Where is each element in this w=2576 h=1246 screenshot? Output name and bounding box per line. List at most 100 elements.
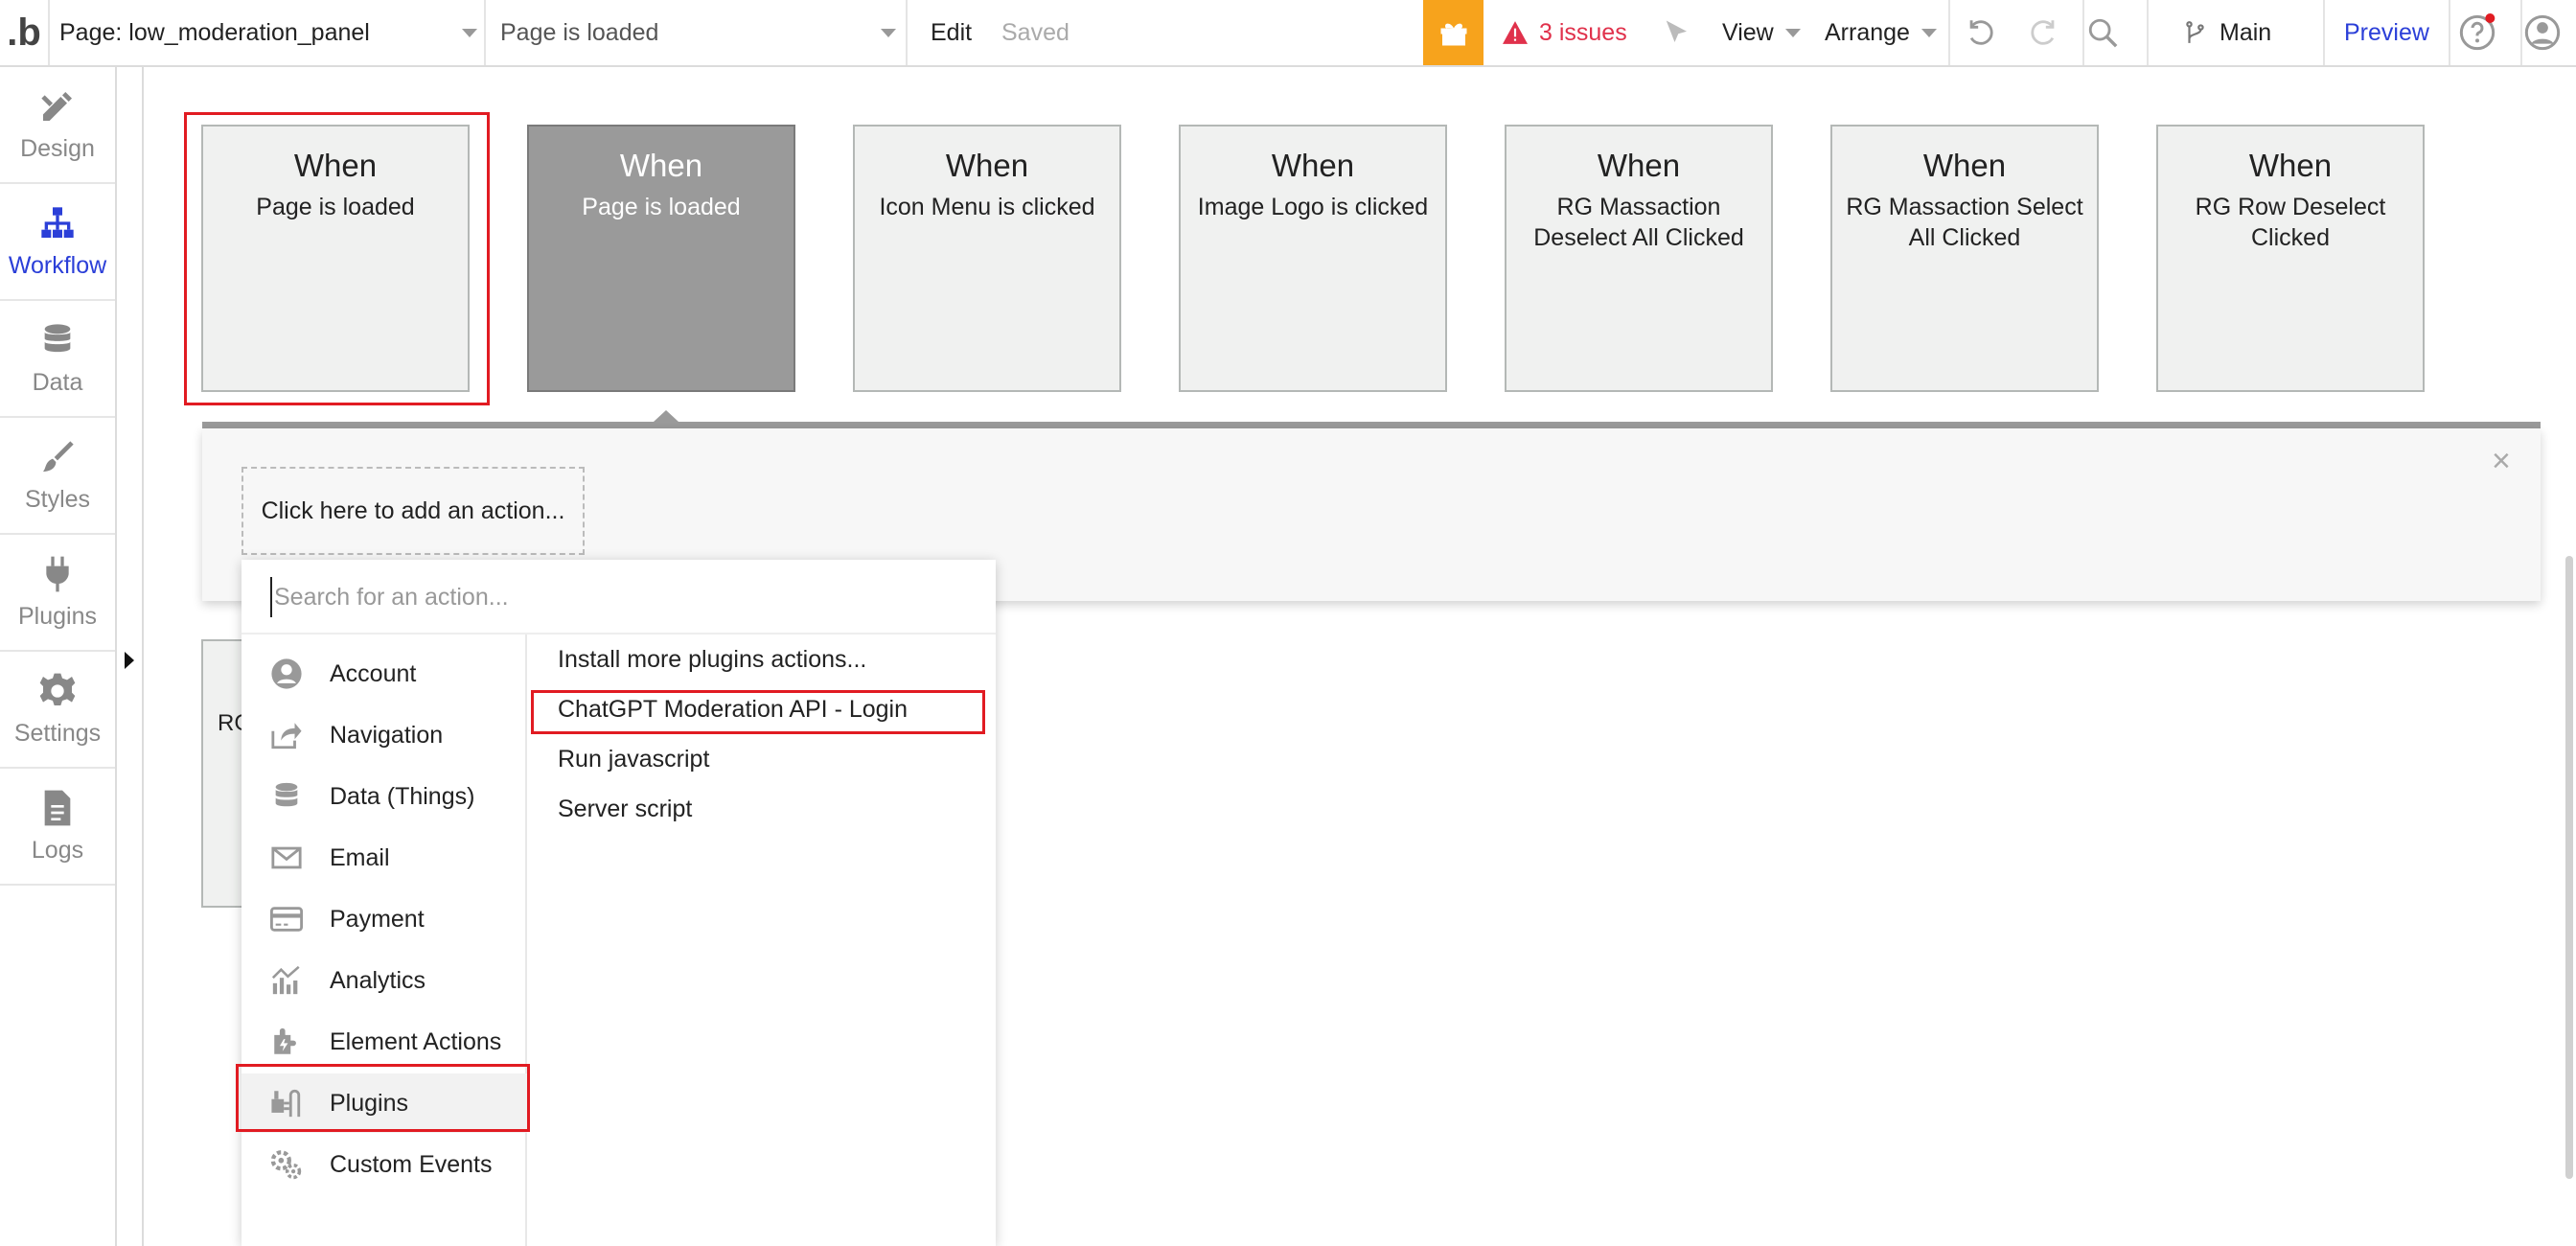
email-icon (271, 846, 302, 869)
sidebar-item-label: Data (32, 368, 83, 396)
account-button[interactable] (2523, 0, 2562, 65)
action-item-install-plugins[interactable]: Install more plugins actions... (558, 646, 866, 674)
issues-count: 3 issues (1539, 18, 1627, 46)
event-card[interactable]: When Icon Menu is clicked (853, 125, 1121, 392)
category-item-analytics[interactable]: Analytics (242, 951, 527, 1010)
search-button[interactable] (2086, 0, 2119, 65)
event-card-selected[interactable]: When Page is loaded (527, 125, 795, 392)
help-button[interactable] (2458, 0, 2496, 65)
sidebar-item-label: Settings (13, 719, 102, 747)
undo-button[interactable] (1965, 0, 1997, 65)
undo-icon (1969, 20, 1993, 45)
event-when-label: When (2248, 148, 2333, 183)
event-card[interactable]: When Image Logo is clicked (1179, 125, 1447, 392)
page-selector[interactable]: Page: low_moderation_panel (59, 0, 477, 65)
event-card[interactable]: When RG Row Deselect Clicked (2156, 125, 2425, 392)
event-trigger-label: Image Logo is clicked (1197, 194, 1429, 220)
chevron-down-icon (881, 29, 896, 37)
branch-icon (2186, 21, 2204, 43)
category-item-navigation[interactable]: Navigation (242, 705, 527, 765)
sidebar-item-workflow[interactable]: Workflow (0, 184, 115, 301)
sidebar-item-design[interactable]: Design (0, 67, 115, 184)
sidebar-item-label: Styles (24, 485, 91, 513)
category-item-element-actions[interactable]: Element Actions (242, 1012, 527, 1072)
plug-icon (46, 556, 69, 591)
event-when-label: When (619, 148, 703, 183)
navigation-icon (271, 723, 302, 750)
category-label: Navigation (330, 721, 444, 749)
category-item-email[interactable]: Email (242, 828, 527, 888)
gift-button[interactable] (1423, 0, 1484, 65)
view-menu-label: View (1722, 18, 1774, 46)
left-sidebar: Design Workflow Data Styles Plugins Sett… (0, 67, 117, 1246)
sidebar-item-logs[interactable]: Logs (0, 769, 115, 886)
gift-icon (1440, 23, 1466, 46)
divider (2449, 0, 2450, 65)
view-menu[interactable]: View (1722, 0, 1801, 65)
inspect-button[interactable] (1663, 0, 1691, 65)
brush-icon (43, 440, 74, 472)
action-panel-top-bar (202, 422, 2541, 428)
database-icon (44, 323, 71, 352)
preview-button[interactable]: Preview (2344, 0, 2429, 65)
sidebar-item-settings[interactable]: Settings (0, 652, 115, 769)
branch-selector[interactable]: Main (2183, 0, 2271, 65)
branch-label: Main (2220, 18, 2272, 46)
pencil-ruler-icon (41, 91, 72, 121)
category-item-custom-events[interactable]: Custom Events (242, 1135, 527, 1194)
add-action-button[interactable]: Click here to add an action... (242, 467, 585, 555)
category-item-data[interactable]: Data (Things) (242, 767, 527, 826)
canvas-border (142, 67, 144, 1246)
document-icon (44, 790, 71, 825)
redo-icon (2031, 20, 2055, 45)
divider (1948, 0, 1950, 65)
arrange-menu[interactable]: Arrange (1825, 0, 1937, 65)
edit-menu[interactable]: Edit (931, 0, 972, 65)
event-card[interactable]: When RG Massaction Select All Clicked (1830, 125, 2099, 392)
category-label: Payment (330, 905, 425, 933)
close-icon[interactable]: × (2492, 443, 2511, 480)
event-card[interactable]: When RG Massaction Deselect All Clicked (1505, 125, 1773, 392)
credit-card-icon (270, 907, 303, 932)
gears-icon (270, 1150, 302, 1180)
highlight-box (184, 112, 490, 405)
action-item-server-script[interactable]: Server script (558, 796, 692, 823)
category-list: Account Navigation Data (Things) Email P… (242, 635, 527, 1246)
event-selector[interactable]: Page is loaded (500, 0, 896, 65)
collapse-arrow-icon[interactable] (125, 652, 134, 669)
event-trigger-label: RG Massaction Deselect All Clicked (1533, 194, 1744, 251)
search-action-input[interactable] (270, 577, 960, 617)
sidebar-item-plugins[interactable]: Plugins (0, 535, 115, 652)
help-icon (2459, 13, 2496, 51)
user-avatar-icon (2524, 14, 2561, 51)
divider (2147, 0, 2149, 65)
action-item-run-javascript[interactable]: Run javascript (558, 746, 709, 773)
chevron-down-icon (1784, 28, 1801, 37)
save-status: Saved (1001, 18, 1070, 46)
sidebar-item-label: Design (20, 134, 95, 162)
sidebar-item-styles[interactable]: Styles (0, 418, 115, 535)
sidebar-item-label: Logs (31, 836, 84, 864)
event-when-label: When (1271, 148, 1355, 183)
event-when-label: When (1597, 148, 1681, 183)
divider (48, 0, 50, 65)
issues-indicator[interactable]: 3 issues (1503, 0, 1627, 65)
search-row (242, 560, 996, 635)
redo-button[interactable] (2027, 0, 2059, 65)
account-icon (271, 658, 302, 689)
bubble-logo[interactable]: .b (0, 0, 48, 65)
sidebar-item-data[interactable]: Data (0, 301, 115, 418)
chevron-down-icon (1920, 28, 1937, 37)
category-item-payment[interactable]: Payment (242, 889, 527, 949)
analytics-icon (271, 965, 300, 995)
event-when-label: When (1922, 148, 2007, 183)
chevron-down-icon (462, 29, 477, 37)
panel-pointer (654, 410, 678, 422)
cursor-arrow-icon (1666, 20, 1687, 42)
category-label: Element Actions (330, 1027, 502, 1055)
category-item-account[interactable]: Account (242, 644, 527, 704)
search-icon (2088, 18, 2118, 48)
action-dropdown: Account Navigation Data (Things) Email P… (242, 560, 996, 1246)
divider (906, 0, 908, 65)
scrollbar[interactable] (2565, 556, 2573, 1179)
